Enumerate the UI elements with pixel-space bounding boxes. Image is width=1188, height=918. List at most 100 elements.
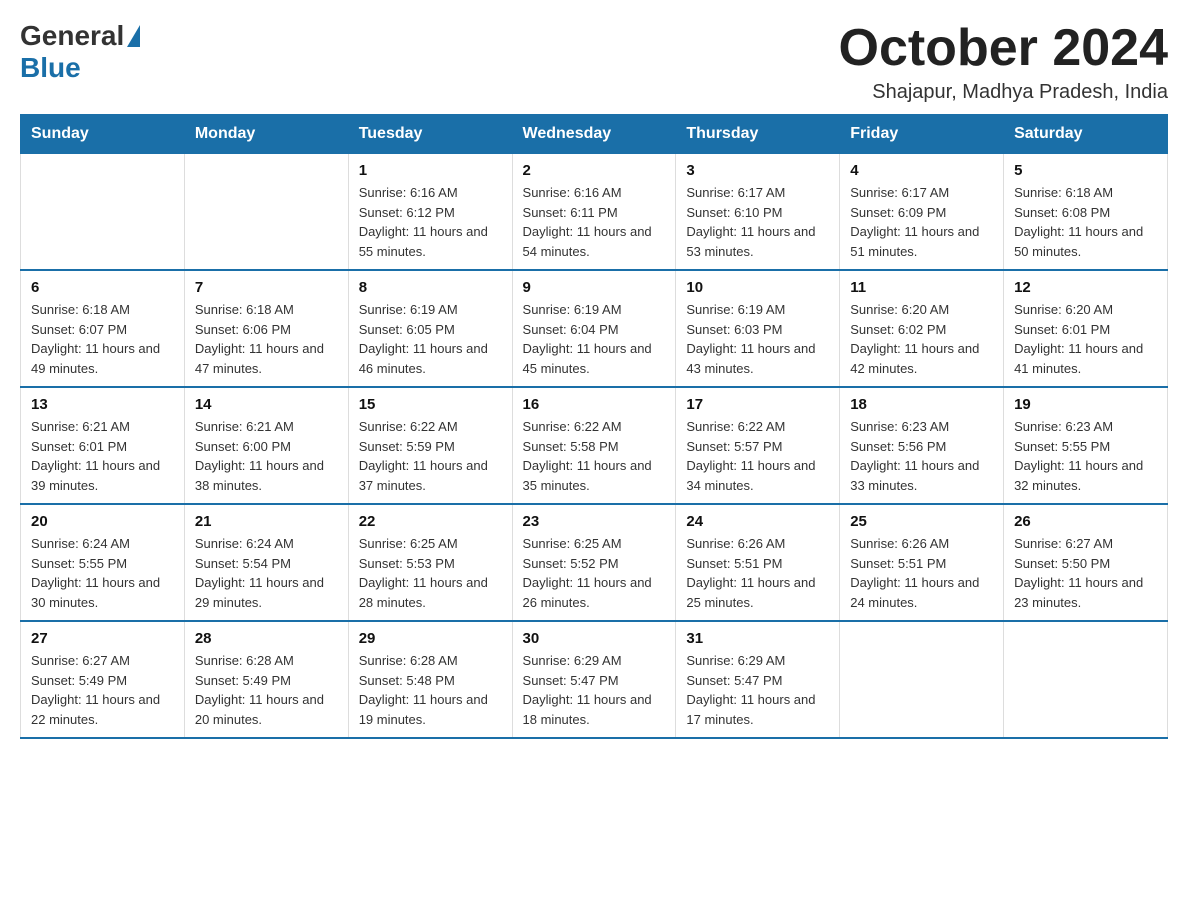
day-info: Sunrise: 6:23 AMSunset: 5:56 PMDaylight:… — [850, 417, 993, 495]
calendar-cell: 7 Sunrise: 6:18 AMSunset: 6:06 PMDaylight… — [184, 270, 348, 387]
day-info: Sunrise: 6:19 AMSunset: 6:04 PMDaylight:… — [523, 300, 666, 378]
calendar-cell: 10 Sunrise: 6:19 AMSunset: 6:03 PMDayligh… — [676, 270, 840, 387]
day-number: 30 — [523, 630, 666, 647]
day-info: Sunrise: 6:23 AMSunset: 5:55 PMDaylight:… — [1014, 417, 1157, 495]
calendar-week-row: 20Sunrise: 6:24 AMSunset: 5:55 PMDayligh… — [21, 504, 1168, 621]
logo-general-text: General — [20, 20, 124, 52]
calendar-cell: 22Sunrise: 6:25 AMSunset: 5:53 PMDayligh… — [348, 504, 512, 621]
day-info: Sunrise: 6:28 AMSunset: 5:48 PMDaylight:… — [359, 651, 502, 729]
day-number: 19 — [1014, 396, 1157, 413]
day-number: 7 — [195, 279, 338, 296]
header-thursday: Thursday — [676, 115, 840, 154]
calendar-cell: 25Sunrise: 6:26 AMSunset: 5:51 PMDayligh… — [840, 504, 1004, 621]
day-info: Sunrise: 6:19 AMSunset: 6:03 PMDaylight:… — [686, 300, 829, 378]
calendar-cell: 20Sunrise: 6:24 AMSunset: 5:55 PMDayligh… — [21, 504, 185, 621]
calendar-cell: 26 Sunrise: 6:27 AMSunset: 5:50 PMDayligh… — [1004, 504, 1168, 621]
day-number: 11 — [850, 279, 993, 296]
day-number: 4 — [850, 162, 993, 179]
calendar-week-row: 1 Sunrise: 6:16 AMSunset: 6:12 PMDaylight… — [21, 154, 1168, 271]
day-number: 10 — [686, 279, 829, 296]
day-info: Sunrise: 6:16 AMSunset: 6:12 PMDaylight:… — [359, 183, 502, 261]
calendar-week-row: 13 Sunrise: 6:21 AMSunset: 6:01 PMDayligh… — [21, 387, 1168, 504]
day-info: Sunrise: 6:29 AMSunset: 5:47 PMDaylight:… — [523, 651, 666, 729]
day-info: Sunrise: 6:17 AMSunset: 6:10 PMDaylight:… — [686, 183, 829, 261]
day-info: Sunrise: 6:18 AMSunset: 6:06 PMDaylight:… — [195, 300, 338, 378]
calendar-cell: 18Sunrise: 6:23 AMSunset: 5:56 PMDayligh… — [840, 387, 1004, 504]
calendar-cell: 30 Sunrise: 6:29 AMSunset: 5:47 PMDayligh… — [512, 621, 676, 738]
calendar-cell — [21, 154, 185, 271]
day-info: Sunrise: 6:22 AMSunset: 5:59 PMDaylight:… — [359, 417, 502, 495]
day-number: 28 — [195, 630, 338, 647]
day-number: 2 — [523, 162, 666, 179]
calendar-cell: 2Sunrise: 6:16 AMSunset: 6:11 PMDaylight… — [512, 154, 676, 271]
calendar-cell: 16 Sunrise: 6:22 AMSunset: 5:58 PMDayligh… — [512, 387, 676, 504]
day-number: 22 — [359, 513, 502, 530]
day-number: 29 — [359, 630, 502, 647]
day-info: Sunrise: 6:21 AMSunset: 6:01 PMDaylight:… — [31, 417, 174, 495]
calendar-cell: 31 Sunrise: 6:29 AMSunset: 5:47 PMDayligh… — [676, 621, 840, 738]
day-info: Sunrise: 6:18 AMSunset: 6:07 PMDaylight:… — [31, 300, 174, 378]
day-info: Sunrise: 6:24 AMSunset: 5:55 PMDaylight:… — [31, 534, 174, 612]
day-info: Sunrise: 6:22 AMSunset: 5:58 PMDaylight:… — [523, 417, 666, 495]
header-tuesday: Tuesday — [348, 115, 512, 154]
day-info: Sunrise: 6:19 AMSunset: 6:05 PMDaylight:… — [359, 300, 502, 378]
day-info: Sunrise: 6:20 AMSunset: 6:01 PMDaylight:… — [1014, 300, 1157, 378]
day-info: Sunrise: 6:17 AMSunset: 6:09 PMDaylight:… — [850, 183, 993, 261]
calendar-cell: 13 Sunrise: 6:21 AMSunset: 6:01 PMDayligh… — [21, 387, 185, 504]
day-number: 12 — [1014, 279, 1157, 296]
day-number: 15 — [359, 396, 502, 413]
calendar-cell: 3 Sunrise: 6:17 AMSunset: 6:10 PMDaylight… — [676, 154, 840, 271]
day-number: 5 — [1014, 162, 1157, 179]
calendar-cell: 14 Sunrise: 6:21 AMSunset: 6:00 PMDayligh… — [184, 387, 348, 504]
day-number: 9 — [523, 279, 666, 296]
header-sunday: Sunday — [21, 115, 185, 154]
title-section: October 2024 Shajapur, Madhya Pradesh, I… — [839, 20, 1169, 104]
calendar-cell: 29 Sunrise: 6:28 AMSunset: 5:48 PMDayligh… — [348, 621, 512, 738]
day-number: 24 — [686, 513, 829, 530]
location: Shajapur, Madhya Pradesh, India — [839, 81, 1169, 104]
calendar-cell: 5 Sunrise: 6:18 AMSunset: 6:08 PMDaylight… — [1004, 154, 1168, 271]
day-number: 26 — [1014, 513, 1157, 530]
calendar-cell: 12 Sunrise: 6:20 AMSunset: 6:01 PMDayligh… — [1004, 270, 1168, 387]
day-number: 6 — [31, 279, 174, 296]
calendar-cell — [184, 154, 348, 271]
header-monday: Monday — [184, 115, 348, 154]
page-header: General Blue October 2024 Shajapur, Madh… — [20, 20, 1168, 104]
calendar-cell — [1004, 621, 1168, 738]
calendar-cell: 23Sunrise: 6:25 AMSunset: 5:52 PMDayligh… — [512, 504, 676, 621]
calendar-cell: 11Sunrise: 6:20 AMSunset: 6:02 PMDayligh… — [840, 270, 1004, 387]
day-info: Sunrise: 6:29 AMSunset: 5:47 PMDaylight:… — [686, 651, 829, 729]
header-wednesday: Wednesday — [512, 115, 676, 154]
day-number: 25 — [850, 513, 993, 530]
day-number: 31 — [686, 630, 829, 647]
day-number: 13 — [31, 396, 174, 413]
day-number: 14 — [195, 396, 338, 413]
logo-blue-text: Blue — [20, 52, 81, 84]
day-number: 23 — [523, 513, 666, 530]
calendar-cell: 9 Sunrise: 6:19 AMSunset: 6:04 PMDaylight… — [512, 270, 676, 387]
day-number: 3 — [686, 162, 829, 179]
day-number: 27 — [31, 630, 174, 647]
day-info: Sunrise: 6:18 AMSunset: 6:08 PMDaylight:… — [1014, 183, 1157, 261]
calendar-week-row: 6 Sunrise: 6:18 AMSunset: 6:07 PMDaylight… — [21, 270, 1168, 387]
day-info: Sunrise: 6:21 AMSunset: 6:00 PMDaylight:… — [195, 417, 338, 495]
calendar-cell: 4 Sunrise: 6:17 AMSunset: 6:09 PMDaylight… — [840, 154, 1004, 271]
calendar-cell: 24Sunrise: 6:26 AMSunset: 5:51 PMDayligh… — [676, 504, 840, 621]
day-number: 1 — [359, 162, 502, 179]
day-info: Sunrise: 6:22 AMSunset: 5:57 PMDaylight:… — [686, 417, 829, 495]
day-number: 21 — [195, 513, 338, 530]
calendar-cell: 28 Sunrise: 6:28 AMSunset: 5:49 PMDayligh… — [184, 621, 348, 738]
day-number: 16 — [523, 396, 666, 413]
calendar-cell: 15 Sunrise: 6:22 AMSunset: 5:59 PMDayligh… — [348, 387, 512, 504]
day-info: Sunrise: 6:28 AMSunset: 5:49 PMDaylight:… — [195, 651, 338, 729]
header-friday: Friday — [840, 115, 1004, 154]
header-saturday: Saturday — [1004, 115, 1168, 154]
calendar-cell: 8 Sunrise: 6:19 AMSunset: 6:05 PMDaylight… — [348, 270, 512, 387]
day-info: Sunrise: 6:27 AMSunset: 5:50 PMDaylight:… — [1014, 534, 1157, 612]
day-info: Sunrise: 6:24 AMSunset: 5:54 PMDaylight:… — [195, 534, 338, 612]
calendar-header-row: Sunday Monday Tuesday Wednesday Thursday… — [21, 115, 1168, 154]
day-number: 8 — [359, 279, 502, 296]
calendar-cell — [840, 621, 1004, 738]
calendar-cell: 1 Sunrise: 6:16 AMSunset: 6:12 PMDaylight… — [348, 154, 512, 271]
calendar-cell: 21 Sunrise: 6:24 AMSunset: 5:54 PMDayligh… — [184, 504, 348, 621]
